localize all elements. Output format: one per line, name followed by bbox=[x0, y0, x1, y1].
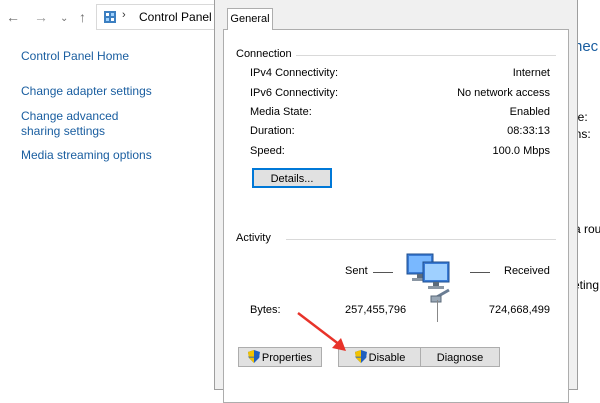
sent-label: Sent bbox=[345, 265, 368, 277]
change-advanced-sharing-link[interactable]: Change advanced sharing settings bbox=[21, 109, 161, 139]
received-label: Received bbox=[504, 265, 550, 277]
bytes-divider bbox=[437, 300, 438, 322]
bytes-sent-value: 257,455,796 bbox=[345, 304, 407, 316]
annotation-arrow-icon bbox=[297, 312, 346, 351]
sidebar: Control Panel Home Change adapter settin… bbox=[21, 49, 211, 163]
activity-group-title: Activity bbox=[236, 232, 271, 244]
ipv6-connectivity-value: No network access bbox=[457, 87, 550, 99]
received-dash bbox=[470, 272, 490, 273]
address-path: Control Panel bbox=[139, 10, 212, 24]
change-adapter-settings-link[interactable]: Change adapter settings bbox=[21, 84, 211, 99]
uac-shield-icon bbox=[247, 350, 260, 363]
back-arrow-icon[interactable]: ← bbox=[6, 9, 20, 25]
network-computers-icon bbox=[406, 253, 450, 303]
ethernet-status-dialog: General Connection IPv4 Connectivity: In… bbox=[214, 0, 578, 403]
bytes-received-value: 724,668,499 bbox=[488, 304, 550, 316]
media-state-value: Enabled bbox=[509, 106, 550, 118]
forward-arrow-icon[interactable]: → bbox=[34, 9, 48, 25]
ipv4-connectivity-label: IPv4 Connectivity: bbox=[250, 67, 339, 79]
speed-label: Speed: bbox=[250, 145, 285, 157]
tab-general[interactable]: General bbox=[227, 8, 273, 30]
divider bbox=[296, 55, 556, 56]
divider bbox=[286, 239, 556, 240]
ipv4-connectivity-value: Internet bbox=[512, 67, 550, 79]
bytes-label: Bytes: bbox=[250, 304, 281, 316]
connection-group-title: Connection bbox=[236, 48, 292, 60]
chevron-right-icon: › bbox=[122, 9, 126, 21]
general-tab-panel: Connection IPv4 Connectivity: Internet I… bbox=[223, 29, 569, 403]
control-panel-home-link[interactable]: Control Panel Home bbox=[21, 49, 211, 64]
diagnose-button[interactable]: Diagnose bbox=[420, 347, 500, 367]
media-streaming-options-link[interactable]: Media streaming options bbox=[21, 148, 211, 163]
up-arrow-icon[interactable]: ↑ bbox=[79, 9, 86, 25]
chevron-down-icon[interactable]: ⌄ bbox=[60, 11, 68, 27]
ipv6-connectivity-label: IPv6 Connectivity: bbox=[250, 87, 339, 99]
duration-value: 08:33:13 bbox=[507, 125, 550, 137]
media-state-label: Media State: bbox=[250, 106, 312, 118]
control-panel-icon bbox=[104, 11, 116, 23]
uac-shield-icon bbox=[354, 350, 367, 363]
disable-button-label: Disable bbox=[368, 352, 406, 364]
sent-dash bbox=[373, 272, 393, 273]
details-button[interactable]: Details... bbox=[252, 168, 332, 188]
speed-value: 100.0 Mbps bbox=[492, 145, 550, 157]
duration-label: Duration: bbox=[250, 125, 295, 137]
